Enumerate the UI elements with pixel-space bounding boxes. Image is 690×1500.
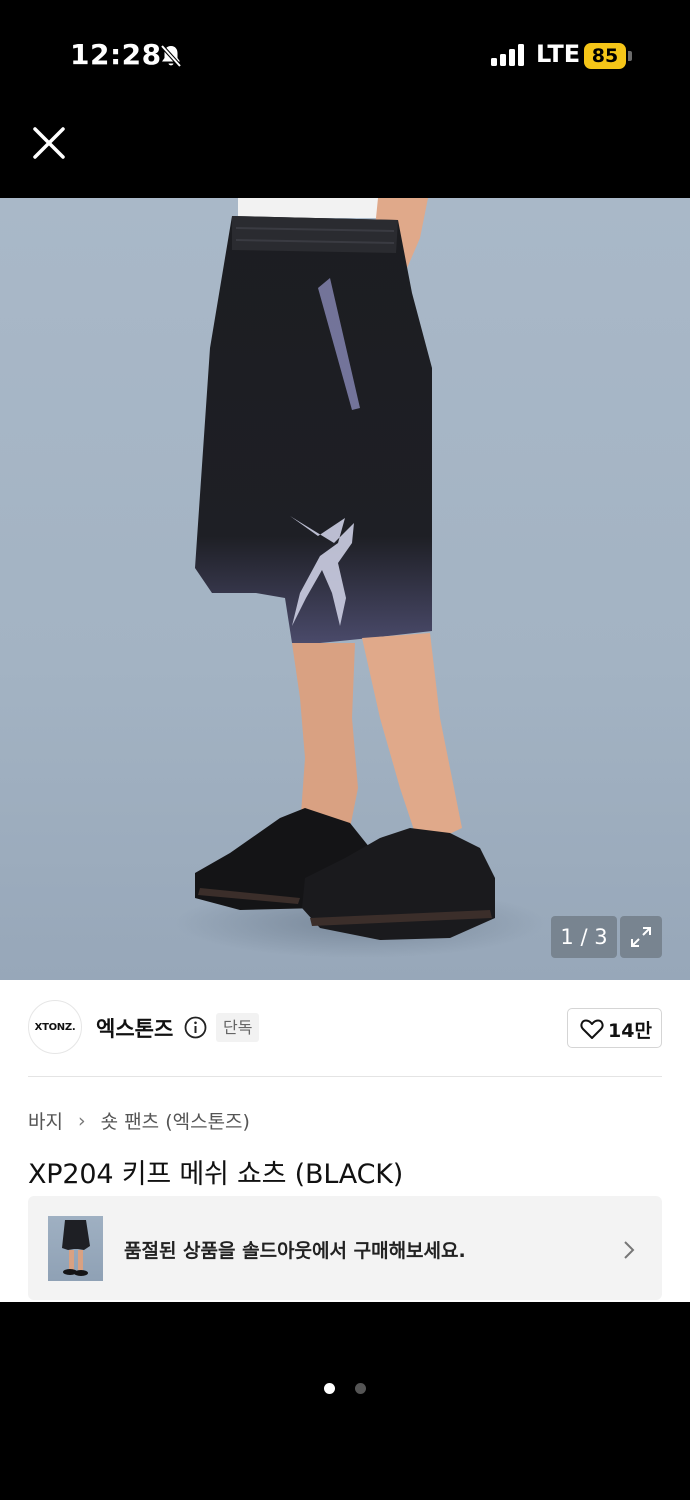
product-image[interactable] xyxy=(0,198,690,980)
soldout-text: 품절된 상품을 솔드아웃에서 구매해보세요. xyxy=(124,1240,466,1262)
image-page-counter: 1 / 3 xyxy=(551,916,617,958)
breadcrumb: 바지 › 숏 팬츠 (엑스톤즈) xyxy=(28,1107,250,1134)
heart-icon xyxy=(580,1019,604,1039)
page-dot[interactable] xyxy=(354,1383,366,1394)
soldout-thumbnail xyxy=(48,1216,103,1281)
divider xyxy=(28,1076,662,1077)
product-info-panel: XTONZ. 엑스톤즈 단독 14만 바지 › 숏 팬츠 (엑스톤즈) XP20… xyxy=(0,980,690,1302)
exclusive-badge: 단독 xyxy=(216,1013,260,1042)
bell-slash-icon xyxy=(160,44,182,68)
brand-logo[interactable]: XTONZ. xyxy=(28,1000,82,1054)
like-count: 14만 xyxy=(608,1020,652,1042)
network-label: LTE xyxy=(536,40,581,68)
product-title: XP204 키프 메쉬 쇼츠 (BLACK) xyxy=(28,1159,404,1190)
breadcrumb-subcategory[interactable]: 숏 팬츠 (엑스톤즈) xyxy=(101,1107,250,1134)
status-time: 12:28 xyxy=(70,38,162,71)
product-photo xyxy=(175,198,545,958)
chevron-right-icon: › xyxy=(78,1109,86,1132)
expand-icon xyxy=(631,927,651,947)
chevron-right-icon xyxy=(624,1241,635,1259)
breadcrumb-category[interactable]: 바지 xyxy=(28,1107,63,1134)
status-bar: 12:28 LTE 85 xyxy=(0,0,690,110)
brand-name[interactable]: 엑스톤즈 xyxy=(96,1013,173,1043)
signal-icon xyxy=(491,44,524,66)
page-indicator xyxy=(0,1378,690,1394)
soldout-banner[interactable]: 품절된 상품을 솔드아웃에서 구매해보세요. xyxy=(28,1196,662,1300)
like-button[interactable]: 14만 xyxy=(567,1008,662,1048)
expand-button[interactable] xyxy=(620,916,662,958)
info-icon[interactable] xyxy=(184,1016,207,1039)
battery-indicator: 85 xyxy=(584,43,626,69)
page-dot-active[interactable] xyxy=(324,1383,336,1394)
battery-tip xyxy=(628,51,632,61)
close-icon[interactable] xyxy=(28,122,72,166)
